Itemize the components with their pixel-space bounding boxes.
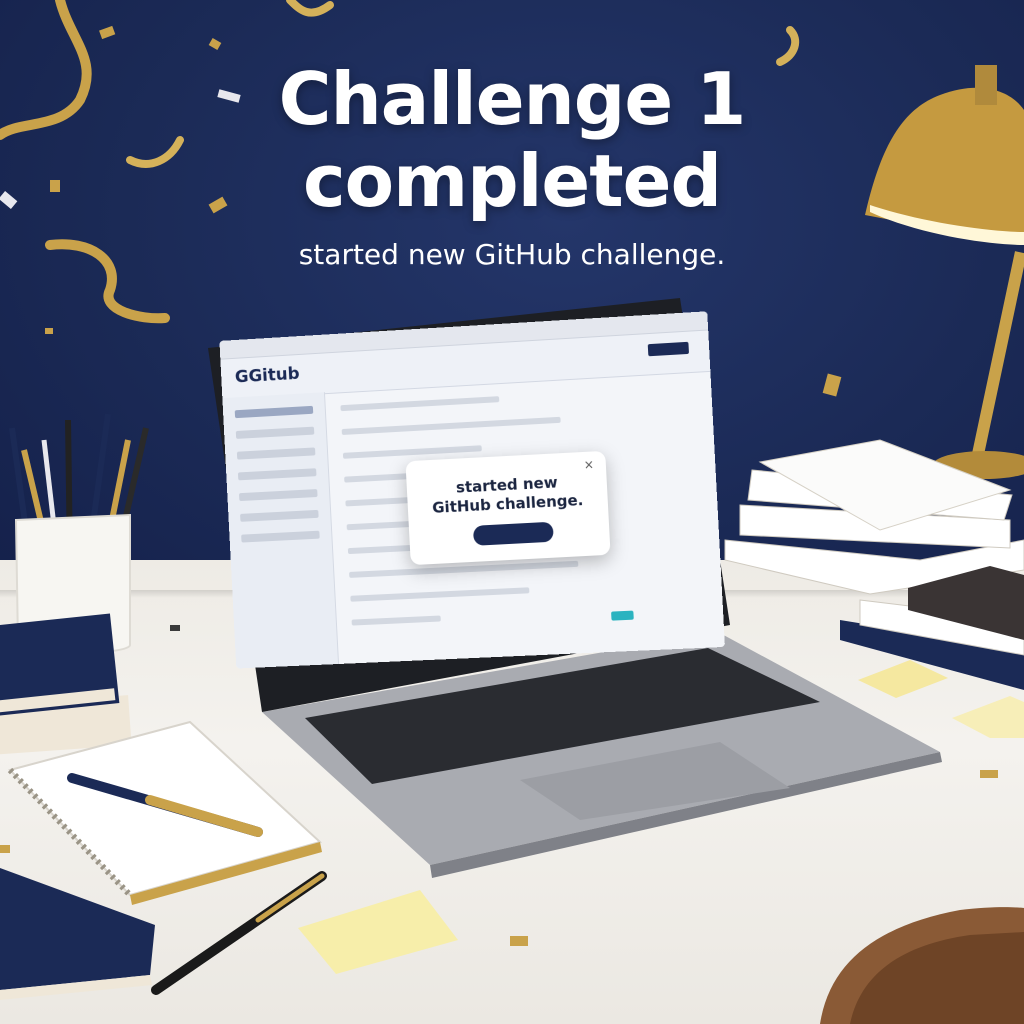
sidebar-item[interactable] <box>234 405 314 419</box>
github-logo[interactable]: GGitub <box>234 364 300 388</box>
sidebar-item[interactable] <box>235 426 315 439</box>
header-button[interactable] <box>647 341 690 357</box>
github-sidebar <box>222 392 340 669</box>
notebook-stack-icon <box>0 613 132 755</box>
headline: Challenge 1 completed <box>0 58 1024 222</box>
pen-icon-2 <box>151 871 327 995</box>
headline-line-2: completed <box>302 139 722 223</box>
sidebar-item[interactable] <box>240 509 319 522</box>
headline-subtitle: started new GitHub challenge. <box>298 238 726 271</box>
list-item <box>342 445 482 459</box>
chair-icon <box>820 907 1024 1024</box>
sidebar-item[interactable] <box>241 530 320 543</box>
list-item <box>341 416 561 435</box>
list-item <box>340 396 500 412</box>
sidebar-item[interactable] <box>238 489 318 502</box>
scene: Challenge 1 completed started new GitHub… <box>0 0 1024 1024</box>
close-icon[interactable]: × <box>583 457 594 472</box>
footer-button[interactable] <box>611 610 634 621</box>
list-item <box>349 560 579 578</box>
notification-button[interactable] <box>472 521 554 546</box>
list-item <box>350 587 530 602</box>
notification-popup: × started new GitHub challenge. <box>405 450 611 566</box>
list-item <box>351 615 441 626</box>
headline-line-1: Challenge 1 <box>278 57 747 141</box>
sidebar-item[interactable] <box>237 468 317 481</box>
notification-text: started new GitHub challenge. <box>406 471 608 519</box>
sidebar-item[interactable] <box>236 447 316 460</box>
